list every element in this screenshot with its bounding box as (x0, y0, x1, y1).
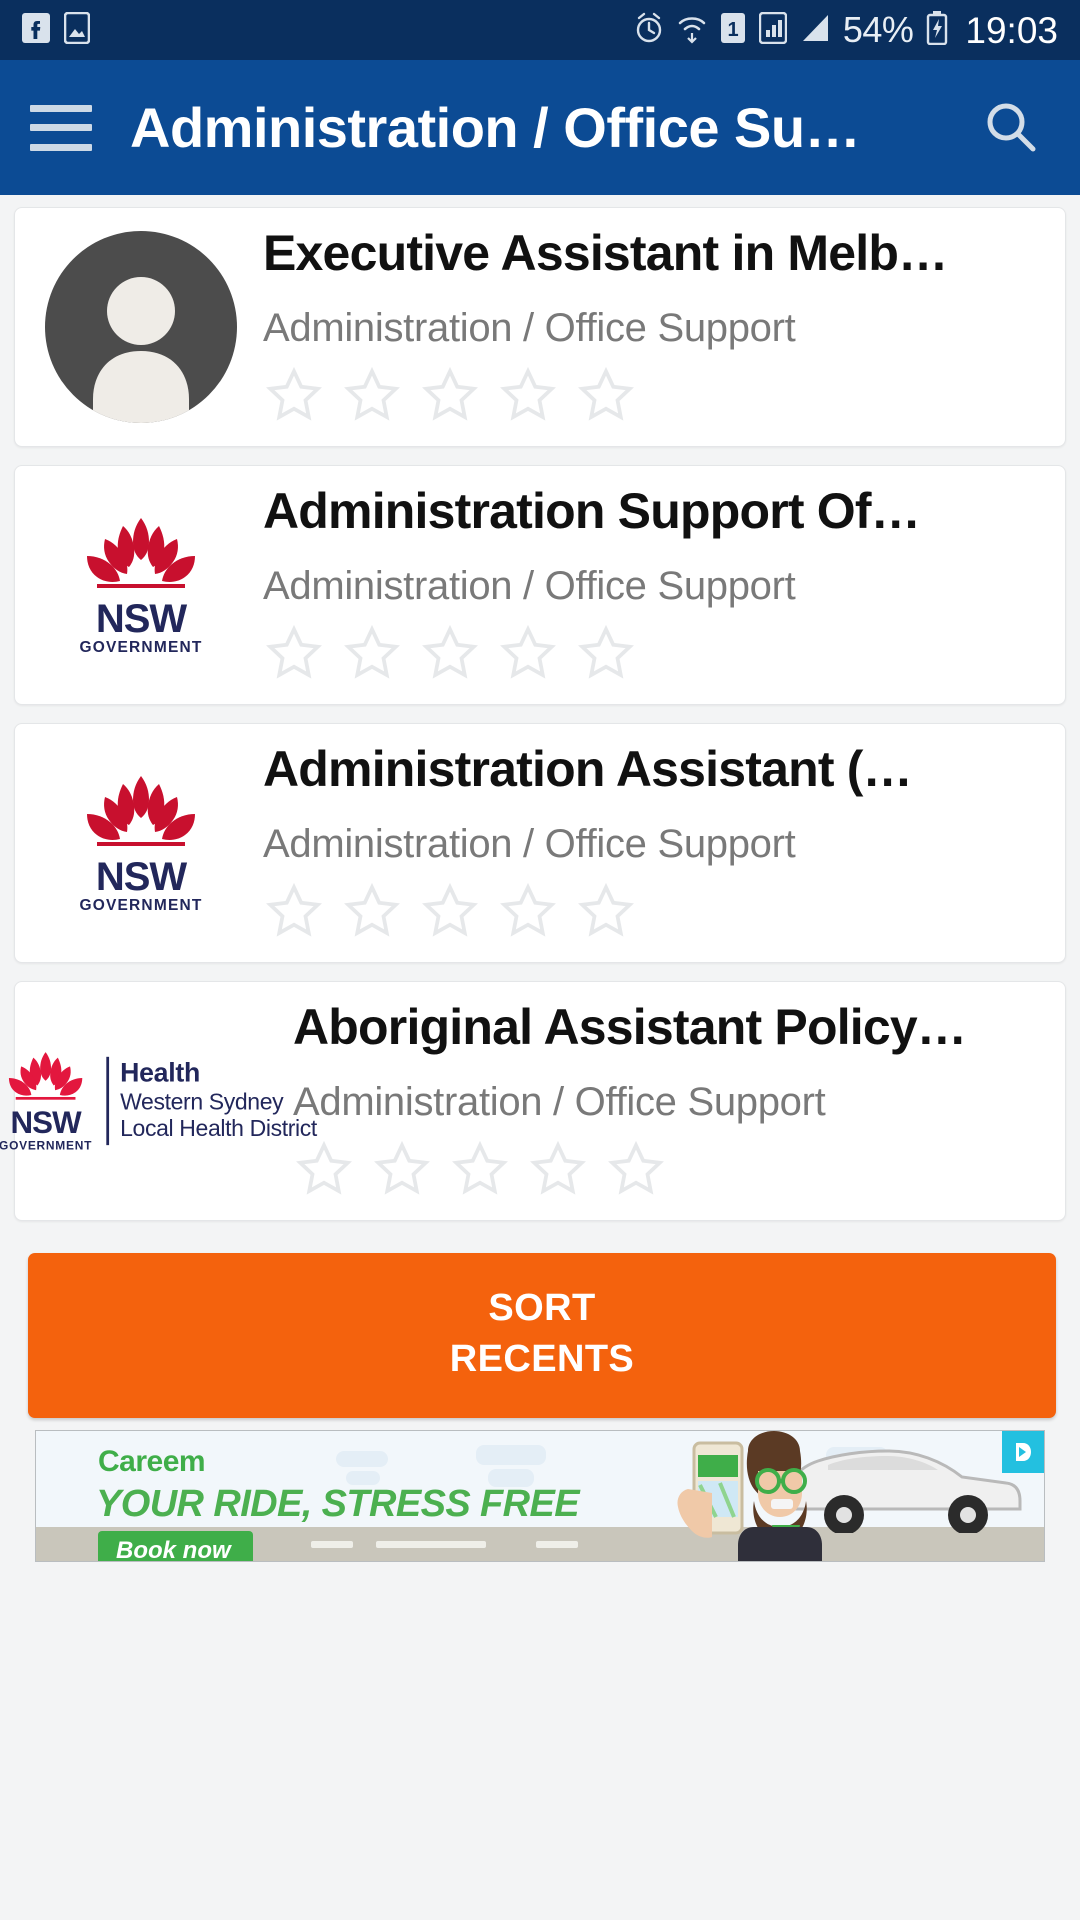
nsw-logo-name: NSW (95, 597, 187, 642)
list-item-logo: NSW GOVERNMENT (33, 738, 249, 948)
list-item-logo (33, 222, 249, 432)
star-icon[interactable] (449, 1139, 511, 1204)
list-item-logo: NSW GOVERNMENT (33, 480, 249, 690)
star-icon[interactable] (263, 623, 325, 688)
list-item-body: Executive Assistant in Melb… Administrat… (249, 224, 1047, 430)
battery-charging-icon (926, 10, 948, 50)
star-icon[interactable] (527, 1139, 589, 1204)
status-bar: 1 54% 19:03 (0, 0, 1080, 60)
list-item-category: Administration / Office Support (293, 1080, 826, 1124)
star-icon[interactable] (419, 623, 481, 688)
list-item-title: Executive Assistant in Melb… (263, 225, 948, 281)
ad-decorative-shape (476, 1444, 546, 1465)
status-bar-right-icons: 1 54% 19:03 (634, 9, 1058, 51)
star-icon[interactable] (263, 365, 325, 430)
sort-recents-button[interactable]: SORT RECENTS (28, 1253, 1056, 1418)
star-rating[interactable] (293, 1139, 1047, 1204)
nsw-logo-subtitle: GOVERNMENT (79, 897, 203, 915)
table-row[interactable]: NSW GOVERNMENT Health Western Sydney Loc… (0, 981, 1066, 1221)
job-list: Executive Assistant in Melb… Administrat… (0, 195, 1080, 1221)
ad-road-dash (536, 1540, 578, 1548)
nsw-government-logo-icon: NSW GOVERNMENT (67, 772, 215, 914)
list-item-category: Administration / Office Support (263, 564, 796, 608)
nsw-government-logo-icon: NSW GOVERNMENT (67, 514, 215, 656)
sort-button-line1: SORT (488, 1287, 596, 1329)
star-icon[interactable] (341, 365, 403, 430)
list-item-body: Aboriginal Assistant Policy… Administrat… (279, 998, 1047, 1204)
nsw-health-western-sydney-logo-icon: NSW GOVERNMENT Health Western Sydney Loc… (0, 1050, 317, 1152)
star-rating[interactable] (263, 365, 1047, 430)
ad-road-dash (311, 1540, 353, 1548)
table-row[interactable]: NSW GOVERNMENT Administration Support Of… (14, 465, 1066, 705)
list-item-body: Administration Assistant (… Administrati… (249, 740, 1047, 946)
star-icon[interactable] (497, 365, 559, 430)
ad-brand-label: Careem (98, 1444, 206, 1478)
ad-character-illustration (677, 1430, 822, 1561)
list-item-body: Administration Support Of… Administratio… (249, 482, 1047, 688)
health-region-line1: Western Sydney (120, 1089, 284, 1116)
status-bar-left-icons (22, 11, 91, 49)
sim-1-icon: 1 (720, 12, 746, 49)
star-icon[interactable] (371, 1139, 433, 1204)
list-item-category: Administration / Office Support (263, 822, 796, 866)
app-bar: Administration / Office Su… (0, 60, 1080, 195)
star-icon[interactable] (497, 881, 559, 946)
table-row[interactable]: Executive Assistant in Melb… Administrat… (14, 207, 1066, 447)
search-icon[interactable] (976, 93, 1046, 163)
ad-headline: YOUR RIDE, STRESS FREE (96, 1482, 580, 1525)
ad-banner-container: Careem YOUR RIDE, STRESS FREE Book now (0, 1418, 1080, 1562)
list-item-title: Administration Support Of… (263, 483, 921, 539)
facebook-icon (22, 12, 50, 48)
star-icon[interactable] (575, 365, 637, 430)
star-icon[interactable] (497, 623, 559, 688)
signal-2-icon (800, 12, 830, 49)
svg-text:1: 1 (727, 19, 738, 41)
hamburger-menu-icon[interactable] (30, 104, 92, 151)
health-region-line2: Local Health District (120, 1115, 317, 1142)
star-icon[interactable] (341, 881, 403, 946)
nsw-logo-name: NSW (10, 1105, 82, 1141)
star-icon[interactable] (419, 365, 481, 430)
star-icon[interactable] (575, 881, 637, 946)
gallery-image-icon (63, 11, 91, 49)
nsw-logo-subtitle: GOVERNMENT (79, 639, 203, 657)
star-icon[interactable] (263, 881, 325, 946)
ad-book-now-button[interactable]: Book now (98, 1530, 253, 1561)
wifi-icon (677, 12, 707, 49)
signal-1-icon (758, 11, 788, 49)
star-rating[interactable] (263, 881, 1047, 946)
list-item-title: Aboriginal Assistant Policy… (293, 999, 967, 1055)
star-icon[interactable] (419, 881, 481, 946)
page-title: Administration / Office Su… (130, 96, 861, 159)
table-row[interactable]: NSW GOVERNMENT Administration Assistant … (14, 723, 1066, 963)
sort-button-line2: RECENTS (449, 1338, 635, 1381)
star-rating[interactable] (263, 623, 1047, 688)
star-icon[interactable] (341, 623, 403, 688)
list-item-category: Administration / Office Support (263, 306, 796, 350)
clock-label: 19:03 (965, 9, 1058, 51)
careem-ad-banner[interactable]: Careem YOUR RIDE, STRESS FREE Book now (35, 1429, 1045, 1562)
default-person-avatar-icon (45, 231, 237, 423)
alarm-clock-icon (634, 12, 664, 49)
list-item-logo: NSW GOVERNMENT Health Western Sydney Loc… (0, 996, 317, 1206)
ad-road-dash (376, 1540, 486, 1548)
nsw-logo-subtitle: GOVERNMENT (0, 1139, 93, 1154)
adchoices-icon[interactable] (1002, 1430, 1044, 1473)
sort-button-container: SORT RECENTS (0, 1239, 1080, 1418)
list-item-title: Administration Assistant (… (263, 741, 913, 797)
ad-decorative-shape (336, 1450, 388, 1467)
star-icon[interactable] (575, 623, 637, 688)
health-brand-label: Health (120, 1059, 201, 1089)
nsw-logo-name: NSW (95, 855, 187, 900)
star-icon[interactable] (605, 1139, 667, 1204)
battery-percent-label: 54% (842, 9, 914, 50)
